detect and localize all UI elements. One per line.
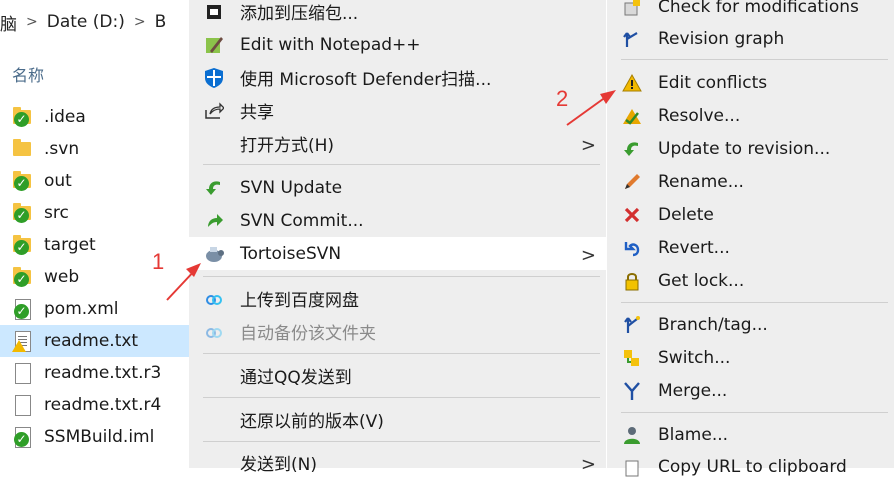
annotation-arrow-2	[566, 90, 616, 126]
annotation-number-2: 2	[556, 86, 569, 111]
annotation-arrow-1	[166, 263, 201, 301]
annotation-number-1: 1	[152, 249, 165, 274]
annotation-arrows	[166, 90, 616, 301]
